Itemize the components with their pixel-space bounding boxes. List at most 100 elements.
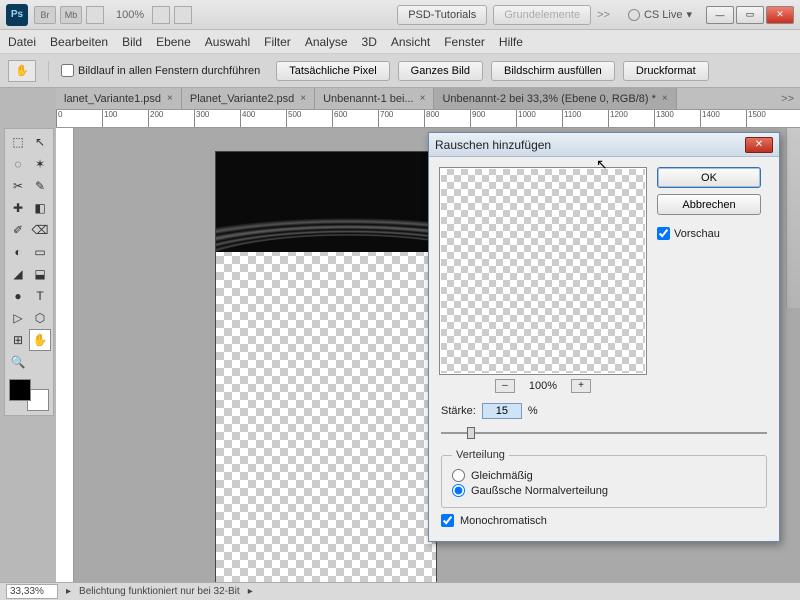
menubar: Datei Bearbeiten Bild Ebene Auswahl Filt… bbox=[0, 30, 800, 54]
tool-button[interactable]: ✋ bbox=[29, 329, 51, 351]
tool-button[interactable]: ◧ bbox=[29, 197, 51, 219]
print-size-button[interactable]: Druckformat bbox=[623, 61, 709, 81]
tool-button[interactable]: ✎ bbox=[29, 175, 51, 197]
tool-button[interactable]: ⬡ bbox=[29, 307, 51, 329]
tab-close-icon[interactable]: × bbox=[300, 93, 306, 104]
extras-dropdown[interactable] bbox=[174, 6, 192, 24]
hand-tool-icon[interactable]: ✋ bbox=[8, 60, 36, 82]
window-maximize-button[interactable]: ▭ bbox=[736, 6, 764, 24]
amount-slider[interactable] bbox=[441, 425, 767, 441]
tool-button[interactable]: ✐ bbox=[7, 219, 29, 241]
color-swatch[interactable] bbox=[7, 377, 51, 413]
tool-button[interactable]: ↖ bbox=[29, 131, 51, 153]
workspace-more-icon[interactable]: >> bbox=[597, 9, 610, 21]
tool-button[interactable]: ⌫ bbox=[29, 219, 51, 241]
menu-datei[interactable]: Datei bbox=[8, 35, 36, 49]
tool-button[interactable]: ● bbox=[7, 285, 29, 307]
tab-close-icon[interactable]: × bbox=[420, 93, 426, 104]
status-bar: 33,33% ▸ Belichtung funktioniert nur bei… bbox=[0, 582, 800, 600]
tool-button[interactable]: ▷ bbox=[7, 307, 29, 329]
tool-button[interactable]: ⊞ bbox=[7, 329, 29, 351]
window-minimize-button[interactable]: — bbox=[706, 6, 734, 24]
ruler-tick: 300 bbox=[194, 110, 209, 127]
amount-input[interactable] bbox=[482, 403, 522, 419]
tool-button[interactable]: ✚ bbox=[7, 197, 29, 219]
ruler-tick: 400 bbox=[240, 110, 255, 127]
tool-button[interactable]: ✶ bbox=[29, 153, 51, 175]
tabs-overflow-button[interactable]: >> bbox=[775, 88, 800, 109]
window-close-button[interactable]: ✕ bbox=[766, 6, 794, 24]
document-tab-active[interactable]: Unbenannt-2 bei 33,3% (Ebene 0, RGB/8) *… bbox=[434, 88, 676, 109]
bridge-button[interactable]: Br bbox=[34, 6, 56, 24]
document-canvas[interactable] bbox=[216, 152, 436, 592]
workspace-tab-psdtutorials[interactable]: PSD-Tutorials bbox=[397, 5, 487, 25]
menu-ansicht[interactable]: Ansicht bbox=[391, 35, 430, 49]
tool-button[interactable]: 🔍 bbox=[7, 351, 29, 373]
minibridge-button[interactable]: Mb bbox=[60, 6, 82, 24]
workspace-tab-grundelemente[interactable]: Grundelemente bbox=[493, 5, 591, 25]
gaussian-radio-input[interactable] bbox=[452, 484, 465, 497]
document-tab[interactable]: lanet_Variante1.psd× bbox=[56, 88, 182, 109]
document-tabs: lanet_Variante1.psd× Planet_Variante2.ps… bbox=[56, 88, 800, 110]
noise-preview[interactable] bbox=[439, 167, 647, 375]
scroll-all-checkbox-input[interactable] bbox=[61, 64, 74, 77]
ruler-tick: 800 bbox=[424, 110, 439, 127]
preview-checkbox-label: Vorschau bbox=[674, 228, 720, 240]
distribution-uniform-radio[interactable]: Gleichmäßig bbox=[452, 469, 756, 482]
document-tab[interactable]: Unbenannt-1 bei...× bbox=[315, 88, 434, 109]
collapsed-panels[interactable] bbox=[786, 128, 800, 308]
tool-button[interactable]: ⬚ bbox=[7, 131, 29, 153]
status-arrow-icon[interactable]: ▸ bbox=[248, 586, 253, 597]
preview-zoom-in-button[interactable]: + bbox=[571, 379, 591, 393]
fg-color-swatch[interactable] bbox=[9, 379, 31, 401]
menu-bearbeiten[interactable]: Bearbeiten bbox=[50, 35, 108, 49]
arrange-dropdown[interactable] bbox=[152, 6, 170, 24]
preview-zoom-out-button[interactable]: – bbox=[495, 379, 515, 393]
menu-ebene[interactable]: Ebene bbox=[156, 35, 191, 49]
ruler-tick: 1200 bbox=[608, 110, 628, 127]
status-arrow-icon[interactable]: ▸ bbox=[66, 586, 71, 597]
monochromatic-checkbox[interactable]: Monochromatisch bbox=[441, 514, 767, 527]
ruler-tick: 100 bbox=[102, 110, 117, 127]
preview-checkbox-input[interactable] bbox=[657, 227, 670, 240]
preview-checkbox[interactable]: Vorschau bbox=[657, 227, 761, 240]
dialog-titlebar[interactable]: Rauschen hinzufügen ✕ bbox=[429, 133, 779, 157]
fit-screen-button[interactable]: Ganzes Bild bbox=[398, 61, 483, 81]
tool-button[interactable]: ✂ bbox=[7, 175, 29, 197]
menu-3d[interactable]: 3D bbox=[362, 35, 377, 49]
tool-button[interactable]: ◌ bbox=[7, 153, 29, 175]
menu-hilfe[interactable]: Hilfe bbox=[499, 35, 523, 49]
tool-button[interactable]: ▭ bbox=[29, 241, 51, 263]
status-zoom-field[interactable]: 33,33% bbox=[6, 584, 58, 599]
dialog-close-button[interactable]: ✕ bbox=[745, 137, 773, 153]
menu-fenster[interactable]: Fenster bbox=[444, 35, 485, 49]
cancel-button[interactable]: Abbrechen bbox=[657, 194, 761, 215]
vertical-ruler bbox=[56, 128, 74, 582]
tab-close-icon[interactable]: × bbox=[662, 93, 668, 104]
scroll-all-windows-checkbox[interactable]: Bildlauf in allen Fenstern durchführen bbox=[61, 64, 260, 77]
amount-unit: % bbox=[528, 405, 538, 417]
tab-close-icon[interactable]: × bbox=[167, 93, 173, 104]
tool-button[interactable]: ◢ bbox=[7, 263, 29, 285]
tool-button[interactable]: ◐ bbox=[7, 241, 29, 263]
menu-bild[interactable]: Bild bbox=[122, 35, 142, 49]
options-bar: ✋ Bildlauf in allen Fenstern durchführen… bbox=[0, 54, 800, 88]
monochromatic-label: Monochromatisch bbox=[460, 515, 547, 527]
document-tab[interactable]: Planet_Variante2.psd× bbox=[182, 88, 315, 109]
tool-button[interactable]: ⬓ bbox=[29, 263, 51, 285]
slider-thumb-icon[interactable] bbox=[467, 427, 475, 439]
dialog-title: Rauschen hinzufügen bbox=[435, 138, 551, 152]
menu-analyse[interactable]: Analyse bbox=[305, 35, 348, 49]
actual-pixels-button[interactable]: Tatsächliche Pixel bbox=[276, 61, 389, 81]
distribution-gaussian-radio[interactable]: Gaußsche Normalverteilung bbox=[452, 484, 756, 497]
tool-button[interactable]: T bbox=[29, 285, 51, 307]
distribution-legend: Verteilung bbox=[452, 449, 509, 461]
screenmode-dropdown[interactable] bbox=[86, 6, 104, 24]
uniform-radio-input[interactable] bbox=[452, 469, 465, 482]
cs-live-button[interactable]: CS Live ▾ bbox=[628, 8, 692, 21]
menu-auswahl[interactable]: Auswahl bbox=[205, 35, 250, 49]
menu-filter[interactable]: Filter bbox=[264, 35, 291, 49]
fill-screen-button[interactable]: Bildschirm ausfüllen bbox=[491, 61, 615, 81]
monochromatic-checkbox-input[interactable] bbox=[441, 514, 454, 527]
ok-button[interactable]: OK bbox=[657, 167, 761, 188]
